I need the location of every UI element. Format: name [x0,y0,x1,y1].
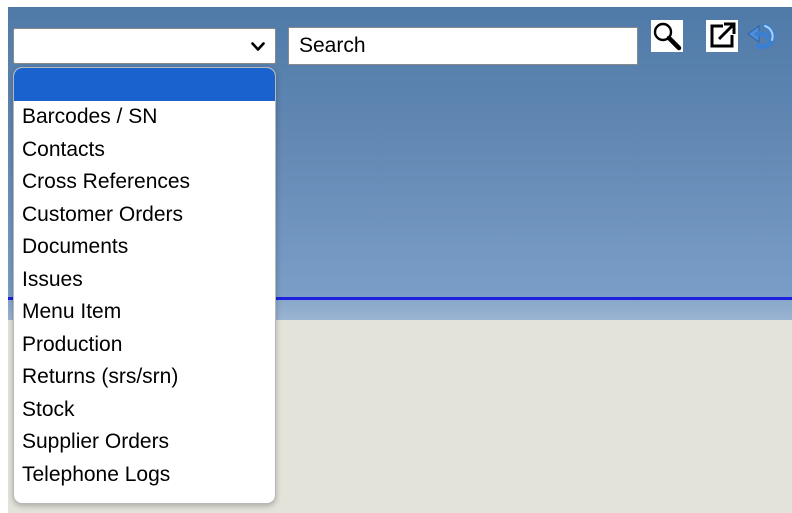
dropdown-option-contacts[interactable]: Contacts [14,134,275,167]
module-dropdown-list[interactable]: Barcodes / SN Contacts Cross References … [13,67,276,504]
refresh-icon[interactable] [745,20,777,52]
dropdown-option-blank[interactable] [14,68,275,101]
dropdown-option-issues[interactable]: Issues [14,264,275,297]
search-icon[interactable] [651,20,683,52]
module-select[interactable] [13,28,276,64]
dropdown-option-documents[interactable]: Documents [14,231,275,264]
dropdown-option-customer-orders[interactable]: Customer Orders [14,199,275,232]
dropdown-option-returns[interactable]: Returns (srs/srn) [14,361,275,394]
dropdown-option-stock[interactable]: Stock [14,394,275,427]
dropdown-option-supplier-orders[interactable]: Supplier Orders [14,426,275,459]
dropdown-option-telephone-logs[interactable]: Telephone Logs [14,459,275,492]
search-input[interactable] [288,27,638,65]
open-external-icon[interactable] [706,20,738,52]
app-frame: Barcodes / SN Contacts Cross References … [8,7,792,513]
dropdown-option-menu-item[interactable]: Menu Item [14,296,275,329]
dropdown-option-cross-references[interactable]: Cross References [14,166,275,199]
dropdown-option-barcodes-sn[interactable]: Barcodes / SN [14,101,275,134]
dropdown-option-production[interactable]: Production [14,329,275,362]
chevron-down-icon [251,42,265,51]
